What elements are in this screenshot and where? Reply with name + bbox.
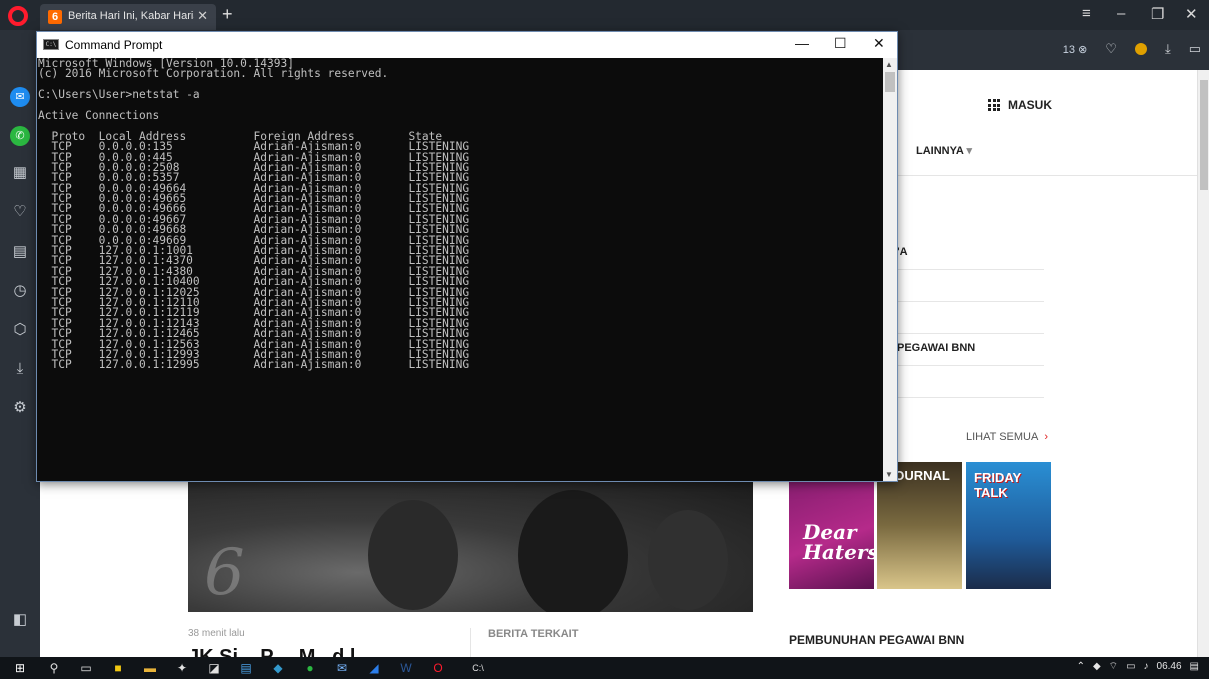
extensions-cube-icon[interactable]: ⬡ (10, 320, 30, 340)
command-prompt-window[interactable]: C:\ Command Prompt — ☐ ✕ Microsoft Windo… (36, 31, 898, 482)
console-line: C:\Users\User>netstat -a (38, 88, 200, 102)
app-icon[interactable]: ◪ (206, 660, 222, 676)
windows-taskbar: ⊞ ⚲ ▭ ■ ▬ ✦ ◪ ▤ ◆ ● ✉ ◢ W O C:\ ⌃ ◆ ⌔ ▭ … (0, 657, 1209, 679)
chevron-right-icon: › (1044, 431, 1049, 443)
news-icon[interactable]: ▤ (10, 242, 30, 262)
app-icon[interactable]: ● (302, 660, 318, 676)
word-icon[interactable]: W (398, 660, 414, 676)
app-icon[interactable]: ✦ (174, 660, 190, 676)
easy-setup-icon[interactable]: ≡ (1082, 5, 1091, 22)
tab-title: Berita Hari Ini, Kabar Harian (68, 10, 194, 22)
tray-app-icon[interactable]: ◆ (1093, 661, 1101, 672)
cmd-close-icon[interactable]: ✕ (873, 35, 885, 52)
sidebar-toggle-icon[interactable]: ◧ (10, 610, 30, 630)
heart-icon[interactable]: ♡ (1105, 41, 1117, 57)
clock[interactable]: 06.46 (1157, 661, 1182, 672)
connection-row: TCP 127.0.0.1:12995 Adrian-Ajisman:0 LIS… (38, 358, 470, 372)
file-explorer-icon[interactable]: ▬ (142, 660, 158, 676)
battery-tray-icon[interactable]: ▭ (1126, 661, 1135, 672)
side-list-item[interactable]: 'A (897, 246, 1044, 270)
bookmarks-heart-icon[interactable]: ♡ (10, 202, 30, 222)
cmd-maximize-icon[interactable]: ☐ (834, 35, 847, 52)
new-tab-button[interactable]: + (222, 4, 233, 25)
close-icon[interactable]: ✕ (1185, 5, 1198, 23)
see-all-link[interactable]: LIHAT SEMUA › (966, 431, 1048, 443)
side-list-item[interactable] (897, 310, 1044, 334)
cmd-app-icon: C:\ (43, 39, 59, 50)
page-scrollbar[interactable] (1197, 70, 1209, 657)
hero-image[interactable]: 6 (188, 480, 753, 612)
watermark-logo: 6 (204, 536, 245, 610)
column-divider (470, 628, 471, 658)
article-timestamp: 38 menit lalu (188, 628, 245, 639)
sticky-notes-icon[interactable]: ■ (110, 660, 126, 676)
console-line: Active Connections (38, 108, 160, 122)
browser-tab[interactable]: 6 Berita Hari Ini, Kabar Harian ✕ (40, 4, 216, 30)
adblock-badge[interactable]: 13 ⊗ (1063, 43, 1088, 56)
scroll-up-arrow-icon[interactable]: ▲ (885, 60, 893, 69)
side-list-item[interactable] (897, 278, 1044, 302)
console-line: (c) 2016 Microsoft Corporation. All righ… (38, 67, 389, 81)
address-bar-actions: 13 ⊗ ♡ ⤓ ▭ (1063, 38, 1201, 60)
caret-down-icon: ▾ (966, 145, 973, 157)
action-center-icon[interactable]: ▤ (1190, 661, 1199, 672)
tray-chevron-up-icon[interactable]: ⌃ (1077, 661, 1085, 672)
cmd-taskbar-icon[interactable]: C:\ (470, 660, 486, 676)
cmd-titlebar[interactable]: C:\ Command Prompt — ☐ ✕ (37, 32, 897, 58)
history-clock-icon[interactable]: ◷ (10, 281, 30, 301)
download-icon[interactable]: ⤓ (1165, 41, 1171, 57)
mail-icon[interactable]: ✉ (334, 660, 350, 676)
whatsapp-icon[interactable]: ✆ (10, 126, 30, 146)
opera-logo-icon[interactable] (8, 6, 28, 26)
opera-taskbar-icon[interactable]: O (430, 660, 446, 676)
speed-dial-icon[interactable]: ▦ (10, 163, 30, 183)
restore-icon[interactable]: ❐ (1151, 5, 1164, 23)
side-list-item[interactable] (897, 374, 1044, 398)
login-link[interactable]: MASUK (988, 98, 1052, 112)
volume-icon[interactable]: ♪ (1144, 661, 1149, 672)
login-label: MASUK (1008, 98, 1052, 112)
downloads-icon[interactable]: ⤓ (10, 359, 30, 379)
cmd-scroll-thumb[interactable] (885, 72, 895, 92)
opera-sidebar: ✉ ✆ ▦ ♡ ▤ ◷ ⬡ ⤓ ⚙ ◧ (0, 30, 40, 657)
cmd-console-output[interactable]: Microsoft Windows [Version 10.0.14393] (c… (37, 58, 883, 481)
sidebar-headline[interactable]: PEMBUNUHAN PEGAWAI BNN (789, 633, 964, 647)
scroll-down-arrow-icon[interactable]: ▼ (885, 470, 893, 479)
show-tile-friday-talk[interactable]: FRIDAY TALK (966, 462, 1051, 589)
minimize-icon[interactable]: – (1117, 5, 1125, 22)
cmd-scrollbar[interactable]: ▲ ▼ (883, 58, 897, 481)
liputan6-favicon-icon: 6 (48, 10, 62, 24)
search-icon[interactable]: ⚲ (46, 660, 62, 676)
app-icon[interactable]: ◆ (270, 660, 286, 676)
side-list-item[interactable]: PEGAWAI BNN (897, 342, 1044, 366)
wifi-icon[interactable]: ⌔ (1109, 660, 1118, 673)
settings-gear-icon[interactable]: ⚙ (10, 398, 30, 418)
cmd-window-title: Command Prompt (65, 38, 163, 52)
nav-lainnya[interactable]: LAINNYA ▾ (916, 144, 972, 157)
page-scroll-thumb[interactable] (1200, 80, 1208, 190)
system-tray: ⌃ ◆ ⌔ ▭ ♪ 06.46 ▤ (1077, 660, 1199, 673)
battery-icon[interactable]: ▭ (1189, 41, 1201, 57)
vpn-icon[interactable] (1134, 43, 1147, 55)
windows-start-icon[interactable]: ⊞ (12, 660, 28, 676)
related-news-heading: BERITA TERKAIT (488, 628, 579, 640)
app-icon[interactable]: ▤ (238, 660, 254, 676)
apps-grid-icon (988, 99, 1000, 111)
browser-titlebar: 6 Berita Hari Ini, Kabar Harian ✕ + ≡ – … (0, 0, 1209, 30)
tab-close-icon[interactable]: ✕ (197, 8, 208, 24)
app-icon[interactable]: ◢ (366, 660, 382, 676)
task-view-icon[interactable]: ▭ (78, 660, 94, 676)
cmd-minimize-icon[interactable]: — (795, 35, 809, 51)
messenger-icon[interactable]: ✉ (10, 87, 30, 107)
